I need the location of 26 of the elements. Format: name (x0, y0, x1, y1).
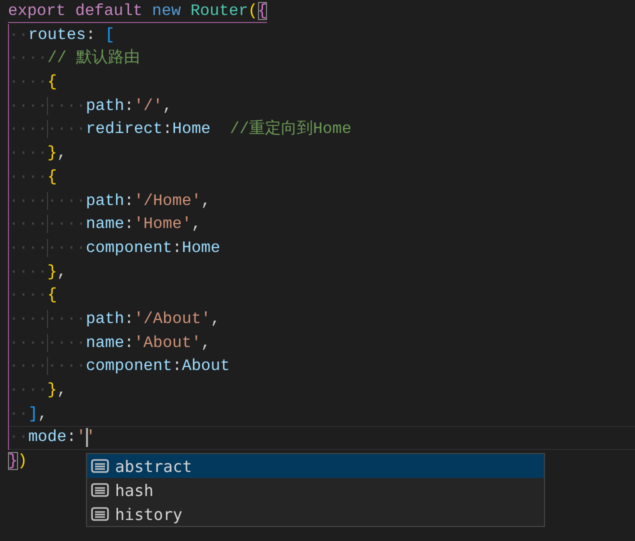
suggestion-item[interactable]: abstract (87, 454, 544, 478)
code-line: ········component:Home (9, 238, 220, 259)
code-line: ····{ (9, 72, 58, 94)
code-line: }) (8, 451, 28, 472)
code-line: ········redirect:Home //重定向到Home (9, 118, 352, 140)
suggestion-item[interactable]: hash (87, 478, 544, 502)
code-line: ····}, (9, 380, 67, 401)
code-line: ········name:'About', (9, 332, 211, 354)
code-line: ··mode:'' (9, 427, 96, 449)
code-line: ····{ (9, 166, 58, 188)
code-line: ····}, (9, 262, 67, 283)
code-line: ········path:'/Home', (9, 190, 211, 212)
code-line: ··routes: [ (9, 24, 115, 46)
code-line: ····{ (9, 285, 58, 306)
code-line: ····// 默认路由 (9, 48, 140, 70)
text-lines-icon (91, 459, 109, 473)
code-line: ········component:About (9, 356, 230, 378)
text-lines-icon (91, 507, 109, 521)
code-line: export default new Router({ (8, 0, 268, 23)
code-line: ········path:'/', (9, 96, 172, 117)
code-line: ········name:'Home', (9, 214, 202, 236)
code-line: ········path:'/About', (9, 308, 220, 330)
code-line: ····}, (9, 143, 67, 164)
text-lines-icon (91, 483, 109, 497)
code-line: ··], (9, 404, 48, 425)
suggestion-item[interactable]: history (87, 502, 544, 526)
